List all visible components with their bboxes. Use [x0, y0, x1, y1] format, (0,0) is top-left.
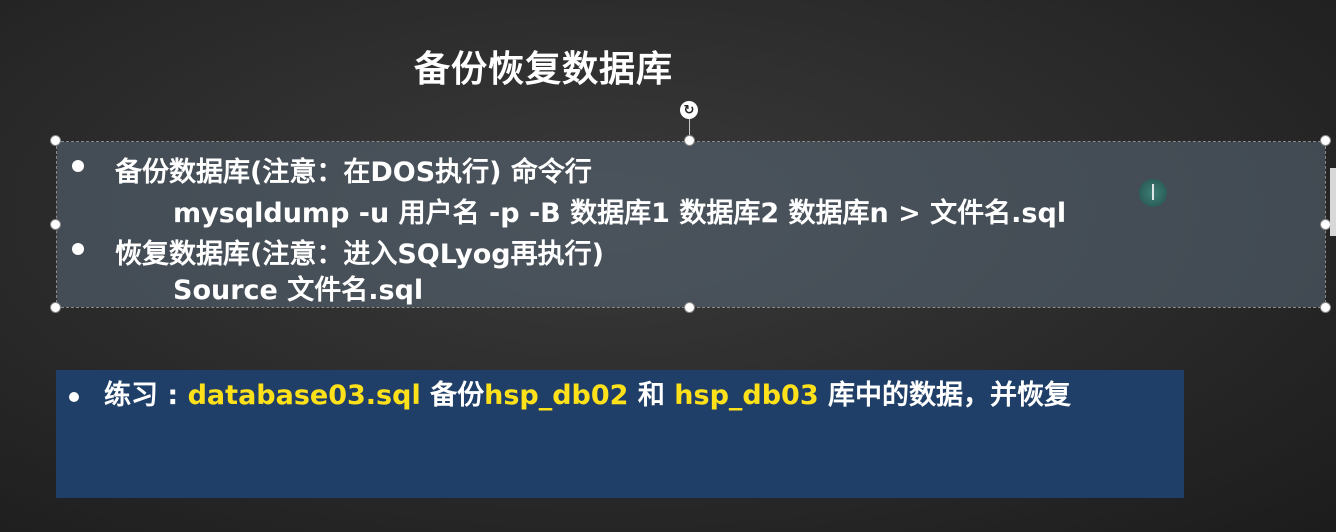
exercise-text: 练习 : database03.sql 备份hsp_db02 和 hsp_db0…: [104, 378, 1169, 414]
resize-handle-bottom-left[interactable]: [50, 302, 61, 313]
backup-heading: 备份数据库(注意：在DOS执行) 命令行: [115, 157, 592, 188]
text-cursor-icon: [1152, 184, 1154, 200]
exercise-label: 练习 :: [104, 380, 188, 411]
exercise-file: database03.sql: [187, 380, 421, 411]
exercise-text-1: 备份: [420, 380, 485, 411]
exercise-db2: hsp_db03: [674, 380, 819, 411]
bullet-icon: [69, 392, 79, 402]
exercise-text-3: 库中的数据，并恢复: [818, 380, 1072, 411]
bullet-icon: [72, 243, 84, 255]
exercise-text-2: 和: [628, 380, 675, 411]
restore-command: Source 文件名.sql: [173, 275, 424, 306]
resize-handle-left[interactable]: [50, 219, 61, 230]
resize-handle-top[interactable]: [684, 135, 695, 146]
side-panel-tab[interactable]: [1330, 168, 1336, 236]
restore-heading: 恢复数据库(注意：进入SQLyog再执行): [115, 239, 604, 270]
slide-title: 备份恢复数据库: [414, 49, 674, 90]
bullet-icon: [72, 160, 84, 172]
rotate-icon[interactable]: ↻: [680, 101, 698, 119]
resize-handle-bottom-right[interactable]: [1320, 302, 1331, 313]
resize-handle-top-right[interactable]: [1320, 135, 1331, 146]
backup-command: mysqldump -u 用户名 -p -B 数据库1 数据库2 数据库n > …: [173, 198, 1067, 229]
resize-handle-bottom[interactable]: [684, 302, 695, 313]
resize-handle-top-left[interactable]: [50, 135, 61, 146]
exercise-db1: hsp_db02: [484, 380, 629, 411]
